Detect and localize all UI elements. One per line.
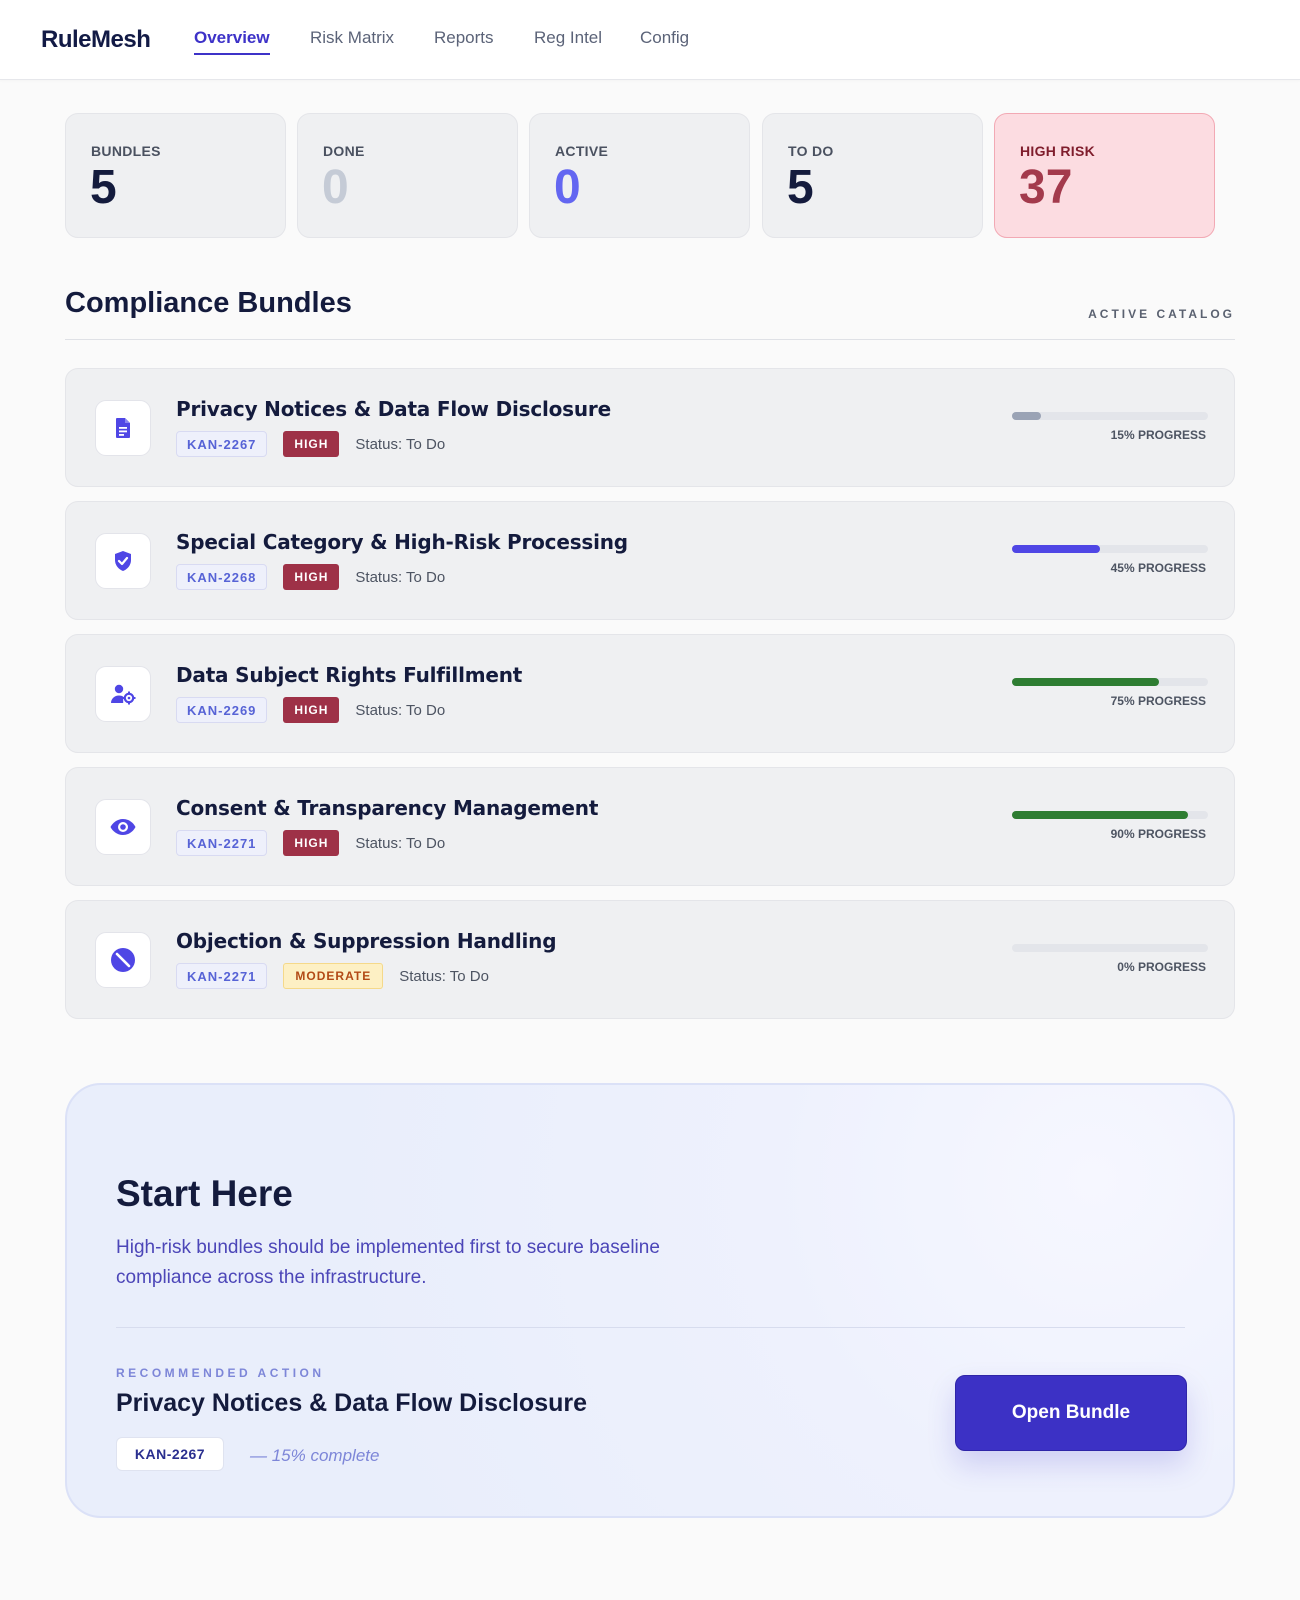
nav-overview[interactable]: Overview: [194, 28, 270, 55]
bundle-row[interactable]: Privacy Notices & Data Flow Disclosure K…: [65, 368, 1235, 487]
progress-bar: [1012, 545, 1208, 553]
stat-card-bundles: BUNDLES 5: [65, 113, 286, 238]
nav-risk-matrix[interactable]: Risk Matrix: [310, 28, 394, 48]
progress-bar: [1012, 412, 1208, 420]
risk-badge: HIGH: [283, 431, 340, 457]
section-title: Compliance Bundles: [65, 287, 352, 319]
progress-fill: [1012, 811, 1189, 819]
stat-label: TO DO: [788, 143, 834, 159]
recommended-bundle-title: Privacy Notices & Data Flow Disclosure: [116, 1389, 588, 1417]
status-text: Status: To Do: [355, 435, 446, 453]
progress-label: 15% PROGRESS: [1110, 428, 1206, 442]
top-nav: RuleMesh Overview Risk Matrix Reports Re…: [0, 0, 1300, 80]
shield-check-icon: [95, 533, 151, 589]
progress-label: 90% PROGRESS: [1110, 827, 1206, 841]
progress-bar: [1012, 811, 1208, 819]
recommended-action-label: RECOMMENDED ACTION: [116, 1366, 325, 1380]
ticket-id-badge[interactable]: KAN-2267: [176, 431, 268, 457]
stat-value: 5: [90, 161, 117, 214]
user-gear-icon: [95, 666, 151, 722]
status-text: Status: To Do: [355, 568, 446, 586]
progress-label: 0% PROGRESS: [1117, 960, 1206, 974]
ticket-id-badge[interactable]: KAN-2271: [176, 830, 268, 856]
start-here-card: Start Here High-risk bundles should be i…: [65, 1083, 1235, 1518]
open-bundle-button[interactable]: Open Bundle: [955, 1375, 1187, 1451]
nav-reg-intel[interactable]: Reg Intel: [534, 28, 602, 48]
risk-badge: HIGH: [283, 564, 340, 590]
status-text: Status: To Do: [399, 967, 489, 985]
document-icon: [95, 400, 151, 456]
section-divider: [65, 339, 1235, 340]
stat-card-done: DONE 0: [297, 113, 518, 238]
progress-fill: [1012, 412, 1042, 420]
stat-label: HIGH RISK: [1020, 143, 1096, 159]
bundle-title[interactable]: Consent & Transparency Management: [176, 796, 598, 820]
block-icon: [95, 932, 151, 988]
start-here-title: Start Here: [116, 1173, 293, 1214]
stat-card-high-risk: HIGH RISK 37: [994, 113, 1215, 238]
bundle-row[interactable]: Objection & Suppression Handling KAN-227…: [65, 900, 1235, 1019]
bundle-row[interactable]: Consent & Transparency Management KAN-22…: [65, 767, 1235, 886]
progress-bar: [1012, 678, 1208, 686]
progress-label: 75% PROGRESS: [1110, 694, 1206, 708]
progress-fill: [1012, 545, 1101, 553]
ticket-id-badge[interactable]: KAN-2271: [176, 963, 268, 989]
bundle-row[interactable]: Data Subject Rights Fulfillment KAN-2269…: [65, 634, 1235, 753]
progress-label: 45% PROGRESS: [1110, 561, 1206, 575]
stat-card-active: ACTIVE 0: [529, 113, 750, 238]
risk-badge: HIGH: [283, 830, 340, 856]
recommended-progress: — 15% complete: [250, 1446, 380, 1465]
stat-value: 0: [322, 161, 349, 214]
progress-fill: [1012, 678, 1159, 686]
stat-value: 5: [787, 161, 814, 214]
eye-icon: [95, 799, 151, 855]
brand-logo[interactable]: RuleMesh: [41, 26, 151, 54]
risk-badge: MODERATE: [283, 963, 384, 989]
stat-label: ACTIVE: [555, 143, 609, 159]
start-here-description: High-risk bundles should be implemented …: [116, 1237, 660, 1288]
bundle-title[interactable]: Data Subject Rights Fulfillment: [176, 663, 522, 687]
stat-value: 0: [554, 161, 581, 214]
recommended-ticket-id[interactable]: KAN-2267: [116, 1437, 224, 1471]
section-tag: ACTIVE CATALOG: [1088, 307, 1235, 321]
stat-value: 37: [1019, 161, 1073, 214]
bundle-title[interactable]: Objection & Suppression Handling: [176, 929, 557, 953]
bundle-title[interactable]: Privacy Notices & Data Flow Disclosure: [176, 397, 611, 421]
ticket-id-badge[interactable]: KAN-2269: [176, 697, 268, 723]
stat-card-todo: TO DO 5: [762, 113, 983, 238]
bundle-row[interactable]: Special Category & High-Risk Processing …: [65, 501, 1235, 620]
risk-badge: HIGH: [283, 697, 340, 723]
progress-bar: [1012, 944, 1208, 952]
nav-config[interactable]: Config: [640, 28, 689, 48]
status-text: Status: To Do: [355, 834, 446, 852]
stat-label: DONE: [323, 143, 365, 159]
status-text: Status: To Do: [355, 701, 446, 719]
bundle-title[interactable]: Special Category & High-Risk Processing: [176, 530, 628, 554]
start-here-divider: [116, 1327, 1185, 1328]
ticket-id-badge[interactable]: KAN-2268: [176, 564, 268, 590]
stat-label: BUNDLES: [91, 143, 161, 159]
nav-reports[interactable]: Reports: [434, 28, 494, 48]
